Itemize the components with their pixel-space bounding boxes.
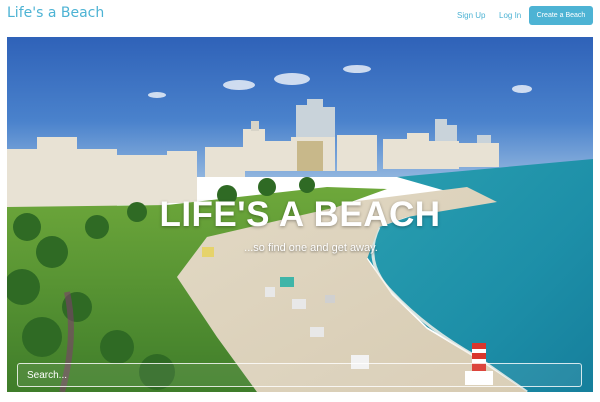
create-beach-button[interactable]: Create a Beach — [529, 6, 593, 25]
search-input[interactable] — [17, 363, 582, 387]
brand-logo-link[interactable]: Life's a Beach — [7, 5, 104, 21]
hero-title: LIFE'S A BEACH — [159, 195, 441, 234]
hero-subtitle: ...so find one and get away. — [244, 242, 378, 254]
navbar: Life's a Beach Sign Up Log In Create a B… — [0, 0, 600, 34]
log-in-link[interactable]: Log In — [499, 11, 521, 20]
hero-section: LIFE'S A BEACH ...so find one and get aw… — [7, 37, 593, 392]
sign-up-link[interactable]: Sign Up — [457, 11, 485, 20]
